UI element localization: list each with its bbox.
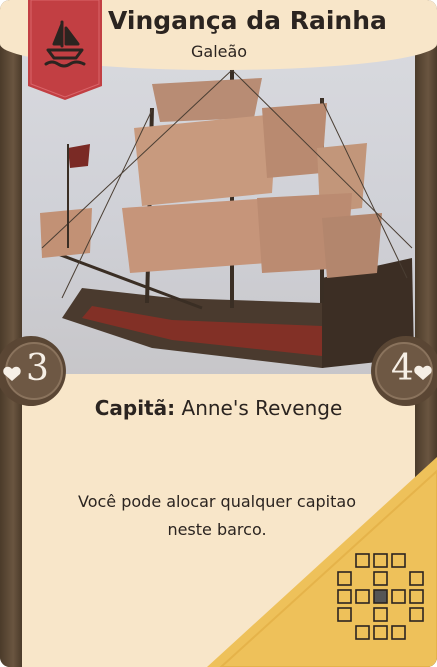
stat-left-medallion: 3 — [0, 336, 66, 406]
range-grid — [337, 553, 424, 640]
captain-label: Capitã: — [94, 396, 176, 420]
range-grid-cell — [391, 625, 406, 640]
stat-right-value: 4 — [391, 348, 414, 389]
range-grid-cell — [391, 553, 406, 568]
card-subtitle: Galeão — [191, 42, 248, 61]
range-grid-cell — [409, 607, 424, 622]
range-grid-cell — [337, 589, 352, 604]
range-grid-cell — [337, 607, 352, 622]
card-title: Vingança da Rainha — [108, 6, 387, 35]
range-grid-cell — [355, 553, 370, 568]
range-grid-cell — [409, 589, 424, 604]
stat-left-value: 3 — [26, 348, 49, 389]
range-grid-cell — [337, 571, 352, 586]
range-grid-cell — [391, 589, 406, 604]
stat-right-medallion: 4 — [371, 336, 437, 406]
range-grid-cell — [373, 553, 388, 568]
range-grid-cell — [355, 625, 370, 640]
range-grid-center-cell — [373, 589, 388, 604]
ship-card: Capitã: Anne's Revenge Você pode alocar … — [0, 0, 437, 667]
range-grid-cell — [373, 625, 388, 640]
captain-line: Capitã: Anne's Revenge — [22, 396, 415, 420]
ship-type-ribbon — [28, 0, 102, 100]
range-grid-cell — [373, 607, 388, 622]
range-grid-cell — [355, 589, 370, 604]
range-grid-cell — [409, 571, 424, 586]
captain-name: Anne's Revenge — [181, 396, 343, 420]
range-grid-cell — [373, 571, 388, 586]
